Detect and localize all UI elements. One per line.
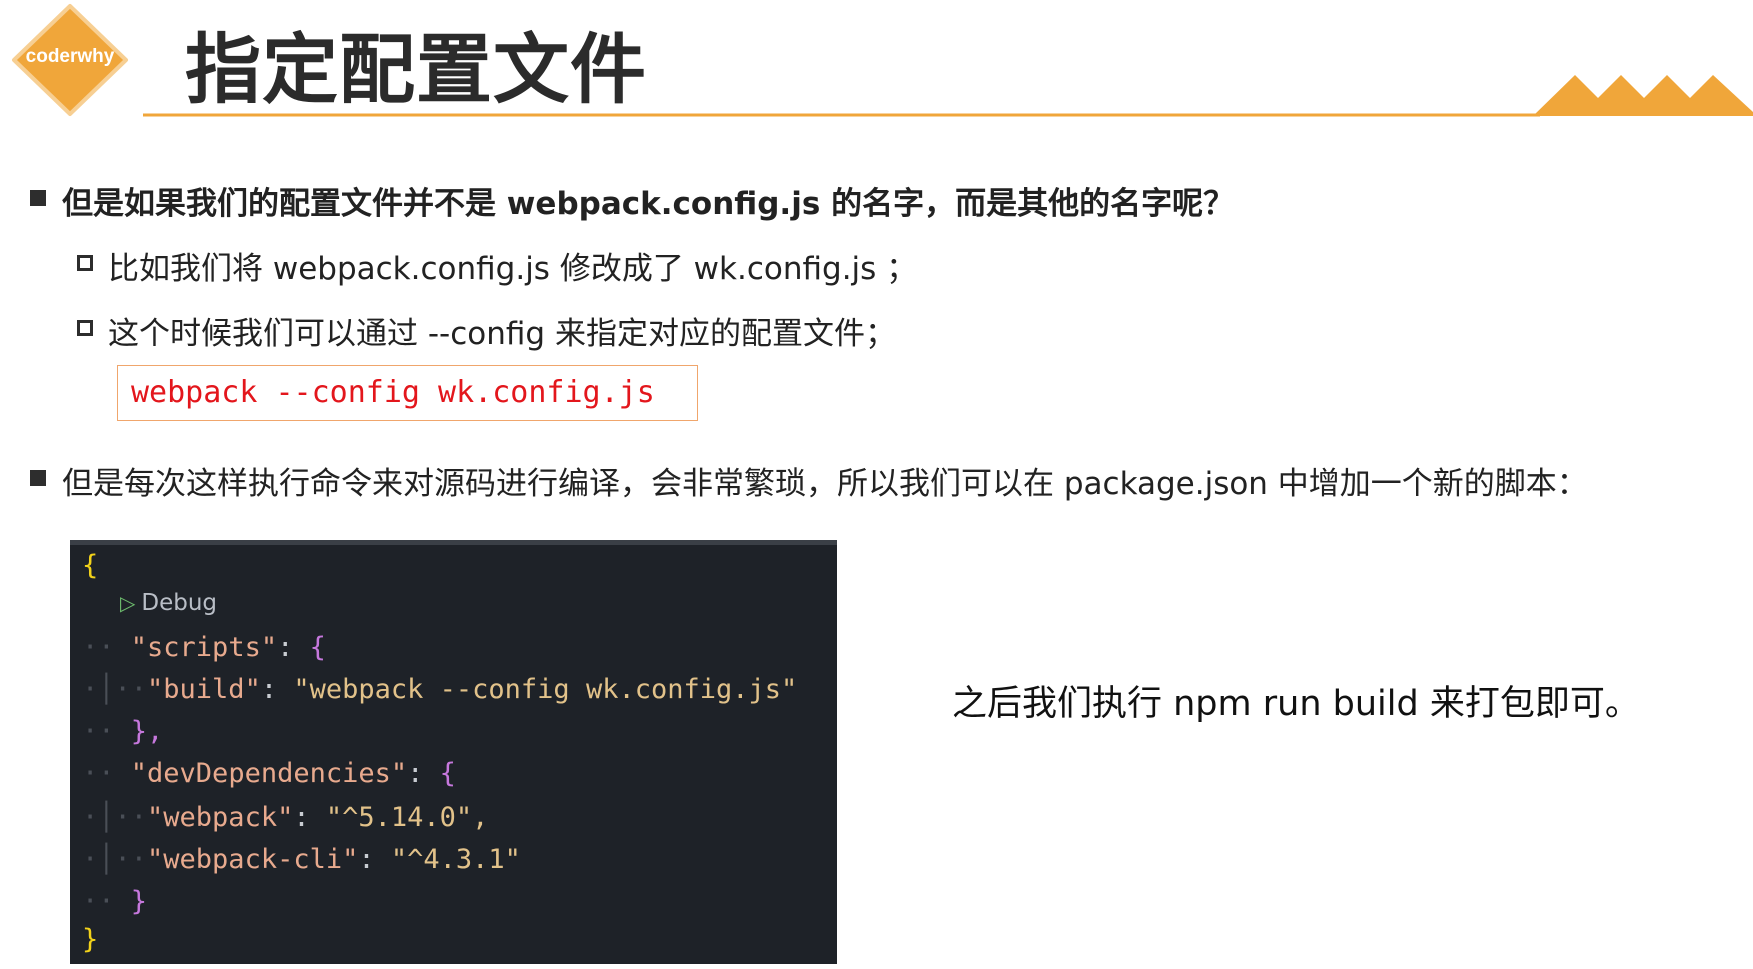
command-box: webpack --config wk.config.js: [117, 365, 698, 421]
debug-codelens[interactable]: ▷ Debug: [120, 590, 217, 616]
logo-text: coderwhy: [25, 46, 115, 67]
code-panel: { ▷ Debug ·· "scripts": { ·│··"build": "w…: [70, 540, 837, 964]
hollow-square-icon: [77, 320, 93, 336]
bullet-square-icon: [30, 470, 46, 486]
code-line-webpack-cli: ·│··"webpack-cli": "^4.3.1": [82, 844, 521, 875]
brace-close: }: [82, 924, 99, 955]
page-title: 指定配置文件: [185, 25, 647, 114]
bullet-square-icon: [30, 190, 46, 206]
brand-logo: coderwhy: [12, 4, 128, 116]
code-line-close-scripts: ·· },: [82, 716, 164, 747]
script-note-text: 但是每次这样执行命令来对源码进行编译，会非常繁琐，所以我们可以在 package…: [62, 466, 1588, 502]
play-triangle-icon: ▷: [120, 591, 136, 615]
code-line-scripts: ·· "scripts": {: [82, 632, 326, 663]
code-line-close-devdeps: ·· }: [82, 886, 148, 917]
debug-label: Debug: [141, 590, 218, 616]
hollow-square-icon: [77, 255, 93, 271]
brace-open: {: [82, 550, 99, 581]
code-line-devdeps: ·· "devDependencies": {: [82, 758, 456, 789]
code-line-webpack: ·│··"webpack": "^5.14.0",: [82, 802, 489, 833]
command-text: webpack --config wk.config.js: [131, 375, 655, 410]
code-line-build: ·│··"build": "webpack --config wk.config…: [82, 674, 798, 705]
run-build-note: 之后我们执行 npm run build 来打包即可。: [952, 684, 1640, 724]
sub-bullet-config-flag: 这个时候我们可以通过 --config 来指定对应的配置文件；: [108, 316, 896, 352]
question-text: 但是如果我们的配置文件并不是 webpack.config.js 的名字，而是其…: [62, 186, 1235, 222]
sub-bullet-rename: 比如我们将 webpack.config.js 修改成了 wk.config.j…: [108, 251, 918, 287]
